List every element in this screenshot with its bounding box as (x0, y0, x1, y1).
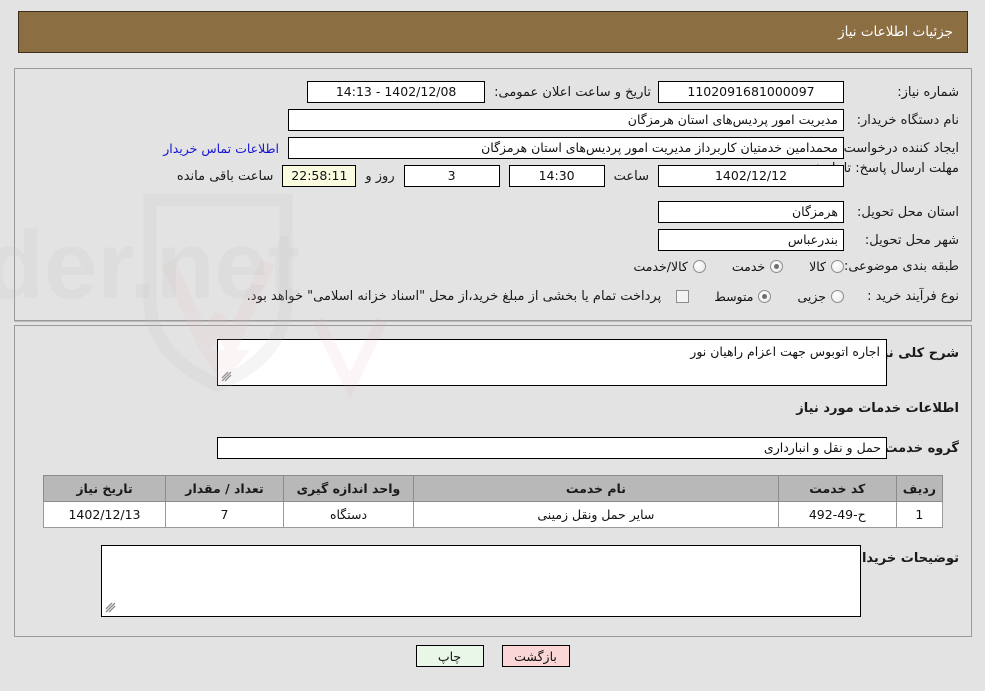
category-option-kala[interactable]: کالا (809, 259, 844, 274)
deadline-date-field[interactable]: 1402/12/12 (658, 165, 844, 187)
category-radio-group: کالا خدمت کالا/خدمت (633, 259, 844, 274)
province-row: استان محل تحویل: هرمزگان (658, 201, 959, 223)
need-desc-value: اجاره اتوبوس جهت اعزام راهیان نور (690, 344, 880, 359)
deadline-time-field[interactable]: 14:30 (508, 165, 605, 187)
table-row[interactable]: 1 ح-49-492 سایر حمل ونقل زمینی دستگاه 7 … (43, 501, 944, 528)
province-field[interactable]: هرمزگان (658, 201, 844, 223)
category-option-label: خدمت (731, 259, 766, 274)
table-header-row: ردیف کد خدمت نام خدمت واحد اندازه گیری ت… (43, 475, 944, 502)
category-option-label: کالا/خدمت (633, 259, 688, 274)
radio-icon[interactable] (758, 290, 772, 303)
services-panel: شرح کلی نیاز: اجاره اتوبوس جهت اعزام راه… (14, 325, 972, 637)
cell-name: سایر حمل ونقل زمینی (413, 501, 779, 528)
th-date: تاریخ نیاز (43, 475, 166, 502)
announce-row: تاریخ و ساعت اعلان عمومی: 1402/12/08 - 1… (307, 81, 651, 103)
services-table: ردیف کد خدمت نام خدمت واحد اندازه گیری ت… (43, 475, 944, 528)
need-number-row: شماره نیاز: 1102091681000097 (658, 81, 959, 103)
creator-field[interactable]: محمدامین خدمتیان کاربرداز مدیریت امور پر… (288, 137, 844, 159)
buyer-org-field[interactable]: مدیریت امور پردیس‌های استان هرمزگان (288, 109, 844, 131)
services-heading: اطلاعات خدمات مورد نیاز (796, 401, 959, 416)
radio-icon[interactable] (831, 290, 844, 303)
resize-grip-icon[interactable] (105, 602, 117, 614)
category-label: طبقه بندی موضوعی: (843, 259, 959, 274)
need-desc-textarea[interactable]: اجاره اتوبوس جهت اعزام راهیان نور (217, 339, 887, 386)
action-buttons: بازگشت چاپ (0, 645, 985, 667)
cell-row: 1 (895, 501, 944, 528)
category-row: طبقه بندی موضوعی: کالا خدمت کالا/خدمت (633, 259, 959, 274)
province-label: استان محل تحویل: (857, 204, 959, 220)
page-title: جزئیات اطلاعات نیاز (838, 24, 953, 40)
buyer-notes-label: توضیحات خریدار: (849, 551, 959, 566)
deadline-row: 1402/12/12 ساعت 14:30 3 روز و 22:58:11 س… (177, 165, 844, 187)
radio-icon[interactable] (770, 260, 784, 273)
th-name: نام خدمت (413, 475, 779, 502)
process-label: نوع فرآیند خرید : (867, 289, 959, 304)
th-qty: تعداد / مقدار (165, 475, 284, 502)
creator-row: ایجاد کننده درخواست: محمدامین خدمتیان کا… (163, 137, 959, 159)
deadline-time-label: ساعت (613, 168, 649, 184)
cell-qty: 7 (165, 501, 284, 528)
service-group-label: گروه خدمت: (879, 441, 959, 456)
deadline-label: مهلت ارسال پاسخ: تا تاریخ: (809, 161, 959, 176)
page-root: جزئیات اطلاعات نیاز AriaTender.net شماره… (0, 0, 985, 691)
buyer-contact-link[interactable]: اطلاعات تماس خریدار (163, 141, 279, 156)
creator-label: ایجاد کننده درخواست: (839, 140, 959, 156)
cell-unit: دستگاه (283, 501, 414, 528)
announce-field[interactable]: 1402/12/08 - 14:13 (307, 81, 486, 103)
th-unit: واحد اندازه گیری (283, 475, 414, 502)
category-option-khedmat[interactable]: خدمت (731, 259, 784, 274)
process-option-jozei[interactable]: جزیی (797, 289, 844, 304)
process-option-motevaset[interactable]: متوسط (714, 289, 772, 304)
need-number-field[interactable]: 1102091681000097 (658, 81, 844, 103)
announce-label: تاریخ و ساعت اعلان عمومی: (494, 84, 651, 100)
deadline-days-field[interactable]: 3 (403, 165, 500, 187)
th-code: کد خدمت (777, 475, 897, 502)
category-option-kala-khedmat[interactable]: کالا/خدمت (633, 259, 706, 274)
buyer-notes-textarea[interactable] (101, 545, 861, 617)
cell-date: 1402/12/13 (43, 501, 166, 528)
treasury-docs-checkbox[interactable] (676, 290, 690, 303)
need-info-panel: شماره نیاز: 1102091681000097 تاریخ و ساع… (14, 68, 972, 321)
category-option-label: کالا (809, 259, 826, 274)
radio-icon[interactable] (831, 260, 844, 273)
resize-grip-icon[interactable] (221, 371, 233, 383)
buyer-org-label: نام دستگاه خریدار: (856, 112, 959, 128)
th-row: ردیف (895, 475, 944, 502)
deadline-label-wrap: مهلت ارسال پاسخ: تا تاریخ: (809, 161, 959, 177)
process-option-label: جزیی (797, 289, 826, 304)
cell-code: ح-49-492 (777, 501, 897, 528)
deadline-remaining-label: ساعت باقی مانده (176, 168, 274, 184)
radio-icon[interactable] (692, 260, 706, 273)
page-header: جزئیات اطلاعات نیاز (18, 11, 968, 53)
buyer-org-row: نام دستگاه خریدار: مدیریت امور پردیس‌های… (288, 109, 959, 131)
process-row: نوع فرآیند خرید : جزیی متوسط پرداخت تمام… (247, 289, 959, 304)
section-divider (14, 321, 972, 322)
treasury-docs-note: پرداخت تمام یا بخشی از مبلغ خرید،از محل … (246, 289, 662, 304)
need-number-label: شماره نیاز: (897, 84, 959, 100)
city-label: شهر محل تحویل: (864, 232, 959, 248)
deadline-days-label: روز و (365, 168, 395, 184)
process-radio-group: جزیی متوسط (714, 289, 844, 304)
deadline-countdown-field: 22:58:11 (282, 165, 357, 187)
city-row: شهر محل تحویل: بندرعباس (658, 229, 959, 251)
city-field[interactable]: بندرعباس (658, 229, 844, 251)
process-option-label: متوسط (714, 289, 754, 304)
service-group-field[interactable]: حمل و نقل و انبارداری (217, 437, 887, 459)
print-button[interactable]: چاپ (415, 645, 484, 667)
back-button[interactable]: بازگشت (501, 645, 570, 667)
